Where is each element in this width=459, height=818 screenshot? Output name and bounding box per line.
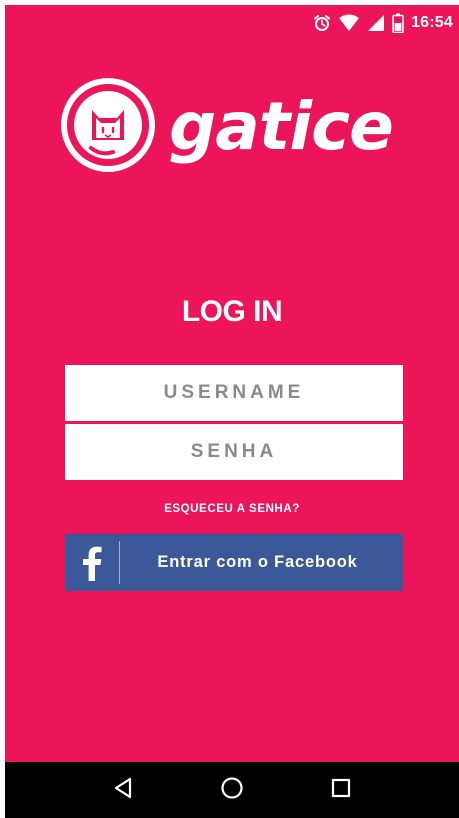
recents-icon <box>331 778 351 803</box>
forgot-password-link[interactable]: ESQUECEU A SENHA? <box>5 503 459 515</box>
battery-icon <box>392 13 404 33</box>
back-icon <box>113 777 133 804</box>
wifi-icon <box>338 14 360 32</box>
login-screen: 16:54 gatice LOG IN ESQUECEU A SENHA? <box>5 5 459 818</box>
alarm-icon <box>313 14 331 32</box>
facebook-icon <box>65 534 119 591</box>
navigation-bar <box>5 762 459 818</box>
back-button[interactable] <box>103 770 143 810</box>
logo-wordmark: gatice <box>169 88 394 165</box>
facebook-button-label: Entrar com o Facebook <box>157 553 358 571</box>
facebook-login-button[interactable]: Entrar com o Facebook <box>65 534 403 591</box>
status-bar: 16:54 <box>5 5 459 41</box>
home-icon <box>220 776 244 805</box>
password-input[interactable] <box>65 424 403 480</box>
signal-icon <box>367 14 385 32</box>
cat-logo-icon <box>61 77 155 177</box>
login-title: LOG IN <box>181 295 283 328</box>
home-button[interactable] <box>212 770 252 810</box>
username-input[interactable] <box>65 365 403 421</box>
status-time: 16:54 <box>411 14 453 31</box>
app-logo: gatice <box>61 77 394 177</box>
recents-button[interactable] <box>321 770 361 810</box>
